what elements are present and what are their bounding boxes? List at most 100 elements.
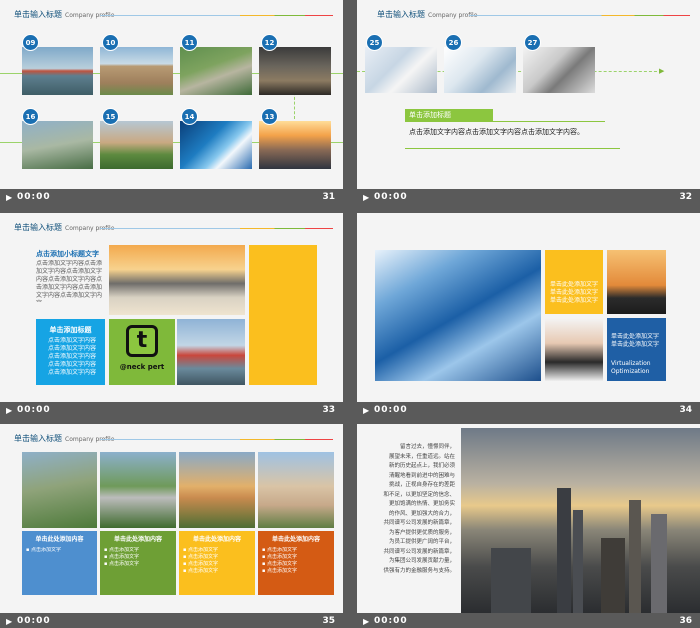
skyscraper-shape [573, 510, 583, 613]
slide-meta-bar: ▶ 00:00 33 [0, 402, 343, 420]
slide-canvas: 单击输入标题 Company profile 单击此处添加内容 单击此处添加内容 … [0, 424, 343, 613]
step-badge: 16 [22, 108, 39, 125]
step-badge: 14 [181, 108, 198, 125]
slide-meta-bar: ▶ 00:00 31 [0, 189, 343, 207]
bullet-text: 点击添加文字 [108, 561, 139, 567]
play-icon[interactable]: ▶ [6, 193, 12, 202]
story-line: 的作风、更加强大的合力， [388, 510, 455, 517]
glass-tower-photo [375, 250, 541, 381]
title-label: 单击添加标题 [409, 111, 451, 119]
column-caption: 单击此处添加内容 [271, 536, 320, 543]
step-badge: 10 [102, 34, 119, 51]
body-underline [405, 148, 620, 149]
slide-duration: 00:00 [17, 405, 51, 415]
english-line: Optimization [611, 368, 650, 375]
step-badge: 12 [261, 34, 278, 51]
slide-thumbnail-31[interactable]: 单击输入标题 Company profile 09 10 11 12 16 15 … [0, 0, 343, 207]
city-skyline-photo [461, 428, 700, 613]
bullet-item: ▪ 点击添加文字 [262, 554, 297, 560]
slide-canvas: 单击输入标题 Company profile 点击添加小标题文字 点击添加文字内容… [0, 213, 343, 402]
bullet-item: ▪ 点击添加文字 [104, 561, 139, 567]
blue-line: 单击此处添加文字 [611, 341, 660, 348]
twitter-icon: t [126, 325, 158, 357]
garden-photo [100, 121, 173, 169]
foggy-bridge-photo [109, 245, 245, 315]
glass-building-photo [180, 121, 252, 169]
slide-canvas: 单击输入标题 Company profile 09 10 11 12 16 15 … [0, 0, 343, 189]
logo-text: @neck pert [119, 363, 165, 371]
bullet-text: 点击添加文字 [108, 547, 139, 553]
box-line: 点击添加文字内容 [48, 369, 97, 376]
slide-meta-bar: ▶ 00:00 36 [357, 613, 700, 628]
yellow-line: 单击此处添加文字 [550, 289, 599, 296]
play-icon[interactable]: ▶ [363, 193, 369, 202]
english-lines: Virtualization Optimization [611, 360, 667, 376]
english-line: Virtualization [611, 360, 651, 367]
towers-photo [258, 452, 334, 528]
slide-number: 31 [322, 192, 335, 202]
slide-thumbnail-35[interactable]: 单击输入标题 Company profile 单击此处添加内容 单击此处添加内容 … [0, 424, 343, 628]
header-rule [100, 15, 333, 16]
business-photo [365, 47, 437, 93]
column-caption: 单击此处添加内容 [192, 536, 241, 543]
success-silhouette-photo [607, 250, 666, 314]
slide-thumbnail-33[interactable]: 单击输入标题 Company profile 点击添加小标题文字 点击添加文字内容… [0, 213, 343, 420]
slide-title: 单击输入标题 [14, 223, 62, 232]
step-badge: 11 [181, 34, 198, 51]
bullet-item: ▪ 点击添加文字 [104, 547, 139, 553]
slide-canvas: 单击输入标题 Company profile ▶ 25 26 27 单击添加标题 … [357, 0, 700, 189]
story-line: 更加饱满的热情、更加务实 [388, 501, 455, 507]
story-line: 供强有力的金融服务与支持。 [383, 567, 455, 574]
play-icon[interactable]: ▶ [6, 406, 12, 415]
skyscraper-shape [601, 538, 625, 613]
step-badge: 15 [102, 108, 119, 125]
story-line: 共同谱写公司发展的新篇章， [383, 548, 455, 555]
aerial-photo [180, 47, 252, 95]
slide-thumbnail-36[interactable]: 留言过去，憧憬同伴， 展望未来，任重道远。站在 新的历史起点上，我们必须 清醒地… [357, 424, 700, 628]
slide-duration: 00:00 [374, 616, 408, 626]
charts-photo [444, 47, 516, 93]
slide-number: 36 [679, 616, 692, 626]
column-caption: 单击此处添加内容 [35, 536, 84, 543]
bullet-item: ▪ 点击添加文字 [183, 561, 218, 567]
bullet-text: 点击添加文字 [187, 547, 218, 553]
slide-canvas: 单击此处添加文字 单击此处添加文字 单击此处添加文字 单击此处添加文字 单击此处… [357, 213, 700, 402]
bullet-item: ▪ 点击添加文字 [183, 547, 218, 553]
slide-number: 33 [322, 405, 335, 415]
bullet-text: 点击添加文字 [30, 547, 61, 553]
step-badge: 27 [524, 34, 541, 51]
slide-meta-bar: ▶ 00:00 32 [357, 189, 700, 207]
slide-meta-bar: ▶ 00:00 35 [0, 613, 343, 628]
bullet-text: 点击添加文字 [187, 568, 218, 574]
body-text: 点击添加文字内容点击添加文字内容点击添加文字内容。 [409, 128, 584, 136]
play-icon[interactable]: ▶ [363, 406, 369, 415]
header-rule [100, 228, 333, 229]
slide-thumbnail-32[interactable]: 单击输入标题 Company profile ▶ 25 26 27 单击添加标题 … [357, 0, 700, 207]
box-line: 点击添加文字内容 [48, 337, 97, 344]
office-photo [259, 47, 331, 95]
skyscraper-shape [491, 548, 531, 613]
slide-meta-bar: ▶ 00:00 34 [357, 402, 700, 420]
play-icon[interactable]: ▶ [6, 617, 12, 626]
bullet-item: ▪ 点击添加文字 [183, 554, 218, 560]
bullet-item: ▪ 点击添加文字 [26, 547, 61, 553]
bullet-item: ▪ 点击添加文字 [262, 568, 297, 574]
skyscraper-shape [651, 514, 667, 613]
bullet-item: ▪ 点击添加文字 [104, 554, 139, 560]
slide-duration: 00:00 [374, 405, 408, 415]
story-line: 为集团公司发展贡献力量， [388, 558, 455, 564]
slide-thumbnail-34[interactable]: 单击此处添加文字 单击此处添加文字 单击此处添加文字 单击此处添加文字 单击此处… [357, 213, 700, 420]
yellow-line: 单击此处添加文字 [550, 281, 599, 288]
play-icon[interactable]: ▶ [363, 617, 369, 626]
section-paragraph: 点击添加文字内容点击添加文字内容点击添加文字内容点击添加文字内容点击添加文字内容… [36, 260, 102, 302]
bullet-text: 点击添加文字 [266, 568, 297, 574]
story-line: 共同谱写公司发展的新篇章， [383, 520, 455, 526]
box-lines: 点击添加文字内容 点击添加文字内容 点击添加文字内容 点击添加文字内容 点击添加… [48, 337, 103, 377]
section-subtitle: 点击添加小标题文字 [36, 250, 99, 258]
bullet-item: ▪ 点击添加文字 [262, 547, 297, 553]
box-title: 单击添加标题 [49, 326, 92, 334]
apartment-photo [100, 47, 173, 95]
yellow-line: 单击此处添加文字 [550, 297, 599, 304]
blue-lines: 单击此处添加文字 单击此处添加文字 [611, 333, 667, 349]
slide-number: 32 [679, 192, 692, 202]
